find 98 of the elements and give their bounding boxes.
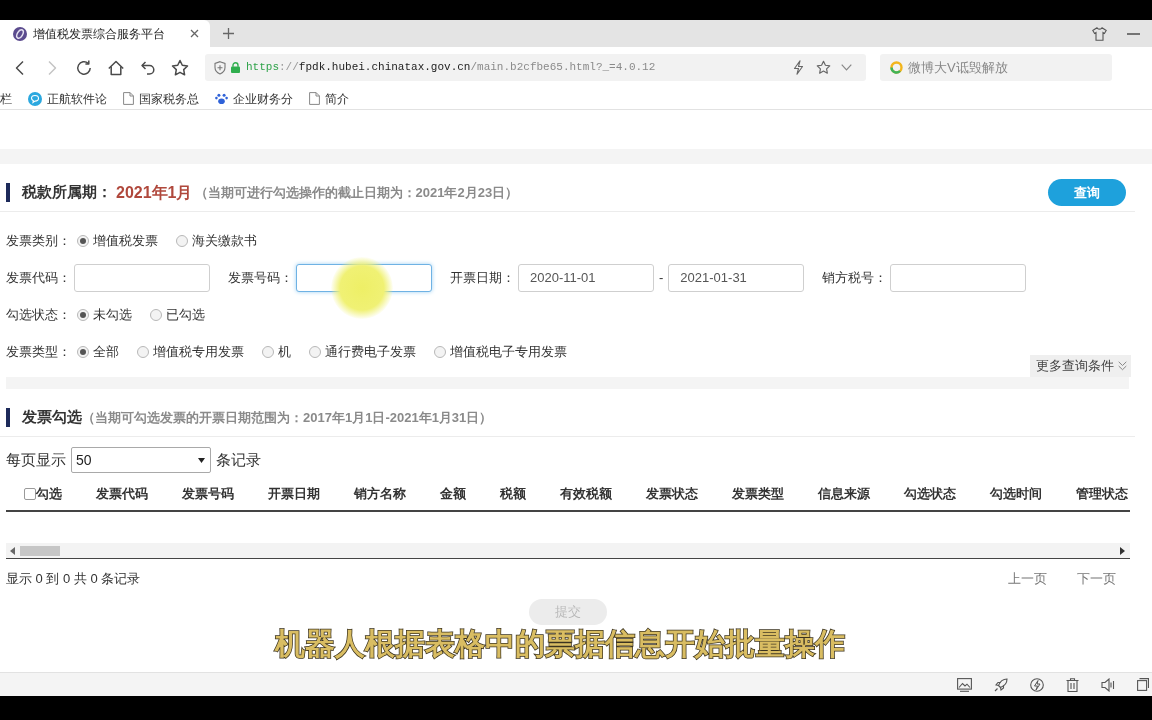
scroll-left-icon[interactable]	[10, 546, 15, 555]
column-header: 勾选时间	[990, 485, 1042, 504]
column-header: 发票状态	[646, 485, 698, 504]
period-note: （当期可进行勾选操作的截止日期为：2021年2月23日）	[194, 183, 519, 202]
paw-icon	[215, 92, 228, 105]
section-note: （当期可勾选发票的开票日期范围为：2017年1月1日-2021年1月31日）	[82, 408, 493, 427]
rocket-icon[interactable]	[994, 677, 1008, 692]
heading-bar-icon	[6, 408, 10, 427]
radio-button[interactable]	[176, 234, 188, 247]
lightning-circle-icon[interactable]	[1030, 677, 1044, 692]
bookmark-item[interactable]: 栏	[0, 89, 12, 108]
radio-button[interactable]	[137, 345, 149, 358]
option-label[interactable]: 增值税专用发票	[153, 341, 244, 362]
option-label[interactable]: 全部	[93, 341, 119, 362]
option-label[interactable]: 增值税电子专用发票	[450, 341, 567, 362]
bookmark-item[interactable]: 企业财务分	[215, 89, 293, 108]
video-subtitle: 机器人根据表格中的票据信息开始批量操作	[275, 626, 845, 662]
lock-icon	[231, 62, 240, 73]
caret-icon	[198, 457, 205, 463]
page-size-select[interactable]: 50	[71, 447, 211, 473]
input-field[interactable]	[74, 263, 210, 292]
checkbox[interactable]	[24, 488, 36, 500]
column-header: 发票类型	[732, 485, 784, 504]
scrollbar-thumb[interactable]	[20, 545, 60, 556]
trash-icon[interactable]	[1066, 677, 1079, 692]
column-header: 信息来源	[818, 485, 870, 504]
chevron-down-icon[interactable]	[841, 64, 852, 71]
radio-button[interactable]	[77, 308, 89, 321]
minimize-icon[interactable]	[1127, 32, 1140, 35]
column-header: 开票日期	[268, 485, 320, 504]
range-separator: -	[659, 268, 664, 287]
radio-button[interactable]	[77, 234, 89, 247]
input-field[interactable]	[296, 263, 432, 292]
page-icon	[123, 92, 134, 105]
bookmark-item[interactable]: 国家税务总	[123, 89, 199, 108]
new-tab-icon[interactable]	[223, 28, 234, 39]
address-bar[interactable]: https://fpdk.hubei.chinatax.gov.cn/main.b2cfbe65.html?_=4.0.12	[205, 54, 866, 81]
star-icon[interactable]	[171, 58, 189, 77]
shield-icon[interactable]	[214, 60, 226, 75]
ring-icon	[890, 61, 903, 74]
chat-bubble-icon	[28, 91, 42, 106]
radio-button[interactable]	[150, 308, 162, 321]
field-label: 开票日期：	[450, 268, 515, 287]
circle-logo-icon	[13, 26, 27, 41]
double-chevron-icon	[1118, 361, 1127, 371]
input-field[interactable]: 2021-01-31	[668, 263, 805, 292]
more-conditions-button[interactable]: 更多查询条件	[1030, 355, 1131, 377]
section-title: 税款所属期：	[22, 182, 112, 203]
field-label: 发票号码：	[228, 268, 293, 287]
close-icon[interactable]	[190, 29, 199, 38]
lightning-icon[interactable]	[793, 60, 804, 75]
field-label: 销方税号：	[822, 268, 888, 287]
page-size-label: 每页显示	[6, 449, 66, 470]
period-value: 2021年1月	[116, 182, 193, 203]
column-header: 管理状态	[1076, 485, 1128, 504]
page-size-label: 条记录	[216, 449, 261, 470]
bookmark-item[interactable]: 简介	[309, 89, 349, 108]
option-label[interactable]: 机	[278, 341, 291, 362]
speaker-icon[interactable]	[1101, 677, 1115, 692]
page-icon	[309, 92, 320, 105]
radio-button[interactable]	[262, 345, 274, 358]
column-header: 税额	[500, 485, 526, 504]
option-label[interactable]: 增值税发票	[93, 230, 158, 251]
image-icon[interactable]	[957, 677, 972, 692]
shirt-icon[interactable]	[1092, 26, 1107, 41]
column-header: 有效税额	[560, 485, 612, 504]
column-header: 金额	[440, 485, 466, 504]
option-label[interactable]: 通行费电子发票	[325, 341, 416, 362]
column-header: 发票代码	[96, 485, 148, 504]
option-label[interactable]: 未勾选	[93, 304, 132, 325]
star-icon[interactable]	[816, 60, 831, 75]
scroll-right-icon[interactable]	[1120, 546, 1125, 555]
page-link[interactable]: 下一页	[1077, 569, 1116, 589]
reload-icon[interactable]	[75, 58, 93, 77]
filter-label: 发票类型：	[6, 342, 71, 361]
field-label: 发票代码：	[6, 268, 71, 287]
column-header: 销方名称	[354, 485, 406, 504]
radio-button[interactable]	[434, 345, 446, 358]
section-title: 发票勾选	[22, 407, 82, 428]
page-link[interactable]: 上一页	[1008, 569, 1047, 589]
heading-bar-icon	[6, 183, 10, 202]
filter-label: 发票类别：	[6, 231, 71, 250]
record-summary: 显示 0 到 0 共 0 条记录	[6, 570, 141, 589]
column-header: 勾选	[36, 485, 62, 504]
option-label[interactable]: 已勾选	[166, 304, 205, 325]
input-field[interactable]	[890, 263, 1027, 292]
filter-label: 勾选状态：	[6, 305, 71, 324]
column-header: 勾选状态	[904, 485, 956, 504]
radio-button[interactable]	[309, 345, 321, 358]
option-label[interactable]: 海关缴款书	[192, 230, 257, 251]
bookmark-item[interactable]: 正航软件论	[28, 89, 107, 108]
radio-button[interactable]	[77, 345, 89, 358]
horizontal-scrollbar[interactable]	[6, 543, 1130, 558]
window-icon[interactable]	[1137, 678, 1149, 691]
browser-tab[interactable]: 增值税发票综合服务平台	[0, 20, 210, 47]
column-header: 发票号码	[182, 485, 234, 504]
home-icon[interactable]	[107, 58, 125, 77]
input-field[interactable]: 2020-11-01	[518, 263, 654, 292]
